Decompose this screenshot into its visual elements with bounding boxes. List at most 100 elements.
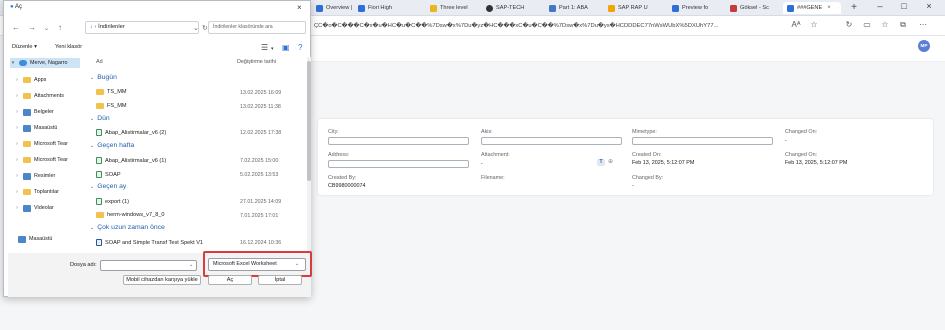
split-screen-icon[interactable]: ▭: [861, 20, 873, 29]
back-icon[interactable]: ←: [12, 23, 20, 32]
chevron-right-icon[interactable]: ›: [14, 141, 20, 147]
nav-item-microsoft-teams[interactable]: › Microsoft Tear: [14, 139, 84, 149]
view-options-icon[interactable]: ☰: [261, 43, 268, 52]
search-input[interactable]: İndirilenler klasöründe ara: [208, 21, 306, 34]
read-aloud-icon[interactable]: Aᴬ: [790, 20, 802, 29]
nav-item-onedrive[interactable]: ▾ Merve, Nagarro: [10, 58, 80, 68]
forward-icon[interactable]: →: [28, 23, 36, 32]
browser-tab[interactable]: Part 1: ABA: [545, 2, 595, 14]
close-tab-icon[interactable]: ×: [827, 5, 831, 11]
help-icon[interactable]: ?: [298, 43, 302, 52]
scrollbar-thumb[interactable]: [307, 61, 311, 181]
up-folder-icon[interactable]: ↑: [58, 23, 62, 32]
chevron-down-icon[interactable]: ⌄: [189, 262, 193, 268]
maximize-icon[interactable]: □: [897, 1, 911, 11]
nav-item-apps[interactable]: › Apps: [14, 75, 84, 85]
akis-input[interactable]: [481, 137, 622, 145]
mobile-upload-button[interactable]: Mobil cihazdan karşıya yükle: [123, 275, 201, 285]
nav-item-resimler[interactable]: › Resimler: [14, 171, 84, 181]
chevron-right-icon[interactable]: ›: [14, 93, 20, 99]
new-folder-button[interactable]: Yeni klasör: [55, 44, 82, 50]
nav-item-masaustu-root[interactable]: Masaüstü: [18, 234, 88, 244]
close-window-icon[interactable]: ×: [922, 1, 936, 11]
new-tab-button[interactable]: +: [848, 2, 860, 14]
file-row[interactable]: herm-windows_v7_8_0: [96, 212, 165, 218]
preview-pane-icon[interactable]: ▣: [282, 43, 290, 52]
open-button[interactable]: Aç: [208, 275, 252, 285]
group-header[interactable]: ⌄ Dün: [90, 115, 110, 122]
filename-input[interactable]: [100, 260, 197, 271]
browser-tab[interactable]: SAP-TECH: [482, 2, 528, 14]
chevron-right-icon[interactable]: ›: [14, 189, 20, 195]
group-header[interactable]: ⌄ Çok uzun zaman önce: [90, 224, 165, 231]
mimetype-input[interactable]: [632, 137, 773, 145]
nav-item-toplantilar[interactable]: › Toplantılar: [14, 187, 84, 197]
city-input[interactable]: [328, 137, 469, 145]
chevron-right-icon[interactable]: ›: [14, 173, 20, 179]
file-row[interactable]: SOAP: [96, 171, 121, 178]
nav-item-videolar[interactable]: › Videolar: [14, 203, 84, 213]
group-label: Geçen ay: [97, 183, 127, 190]
dialog-close-icon[interactable]: ×: [297, 3, 302, 12]
browser-tab[interactable]: SAP RAP U: [604, 2, 656, 14]
path-dropdown-icon[interactable]: ⌄: [193, 24, 199, 32]
column-header-name[interactable]: Ad: [96, 59, 103, 65]
group-header[interactable]: ⌄ Geçen ay: [90, 183, 126, 190]
collections-icon[interactable]: ⧉: [897, 20, 909, 30]
file-name: export (1): [105, 198, 129, 205]
filename-label: Filename:: [481, 175, 505, 181]
group-header[interactable]: ⌄ Geçen hafta: [90, 142, 134, 149]
nav-item-label: Toplantılar: [34, 189, 59, 195]
created-on-label: Created On:: [632, 152, 662, 158]
browser-tab[interactable]: Göksel - Sc: [726, 2, 782, 14]
upload-button[interactable]: T: [597, 159, 605, 166]
file-row[interactable]: FS_MM: [96, 103, 127, 109]
chevron-right-icon[interactable]: ›: [14, 205, 20, 211]
favorite-star-icon[interactable]: ☆: [808, 20, 820, 29]
browser-tab[interactable]: Overview |: [312, 2, 353, 14]
column-header-date[interactable]: Değiştirme tarihi: [237, 59, 276, 65]
more-menu-icon[interactable]: ⋯: [917, 20, 929, 29]
favorites-icon[interactable]: ☆: [879, 20, 891, 29]
chevron-down-icon[interactable]: ▾: [10, 60, 16, 66]
city-label: City:: [328, 129, 339, 135]
filename-label: Dosya adı:: [70, 262, 97, 268]
refresh-icon[interactable]: ↻: [202, 24, 208, 32]
history-dropdown-icon[interactable]: ⌄: [44, 25, 49, 32]
file-row[interactable]: Abap_Alistirmalar_v6 (1): [96, 157, 166, 164]
browser-tab[interactable]: Fiori High: [354, 2, 395, 14]
address-input[interactable]: [328, 160, 469, 168]
url-field[interactable]: ÇC�o�C���C�x�u�HC�u�C��%7Dsw�x%7Du�yz�HC…: [314, 20, 774, 32]
path-breadcrumb[interactable]: ↓ › İndirilenler: [85, 21, 199, 34]
file-row[interactable]: TS_MM: [96, 89, 127, 95]
refresh-icon[interactable]: ↻: [843, 20, 855, 29]
view-dropdown-icon[interactable]: ▾: [271, 46, 274, 52]
file-row[interactable]: SOAP and Simple Transf Test Spekt V1: [96, 239, 203, 246]
attachment-value: -: [481, 161, 483, 167]
nav-item-attachments[interactable]: › Attachments: [14, 91, 84, 101]
group-header[interactable]: ⌄ Bugün: [90, 74, 117, 81]
file-name: SOAP: [105, 171, 121, 178]
cancel-button[interactable]: İptal: [258, 275, 302, 285]
nav-item-label: Belgeler: [34, 109, 54, 115]
browser-tab[interactable]: Three level: [426, 2, 472, 14]
file-name: Abap_Alistirmalar_v6 (1): [105, 157, 167, 164]
avatar[interactable]: MP: [918, 40, 930, 52]
file-type-highlight: [203, 251, 312, 277]
chevron-right-icon[interactable]: ›: [14, 125, 20, 131]
nav-item-belgeler[interactable]: › Belgeler: [14, 107, 84, 117]
browser-tab-active[interactable]: ###GENE ×: [783, 2, 841, 14]
organize-menu[interactable]: Düzenle ▾: [12, 44, 37, 50]
chevron-down-icon: ⌄: [90, 225, 95, 231]
chevron-right-icon[interactable]: ›: [14, 157, 20, 163]
browser-tab[interactable]: Preview fo: [668, 2, 724, 14]
file-row[interactable]: Abap_Alistirmalar_v6 (2): [96, 129, 166, 136]
file-row[interactable]: export (1): [96, 198, 129, 205]
desktop-icon: [18, 235, 26, 243]
nav-item-microsoft-teams[interactable]: › Microsoft Tear: [14, 155, 84, 165]
chevron-right-icon[interactable]: ›: [14, 109, 20, 115]
minimize-icon[interactable]: –: [873, 1, 887, 11]
chevron-right-icon[interactable]: ›: [14, 77, 20, 83]
info-icon[interactable]: ⊕: [608, 158, 613, 165]
nav-item-masaustu[interactable]: › Masaüstü: [14, 123, 84, 133]
